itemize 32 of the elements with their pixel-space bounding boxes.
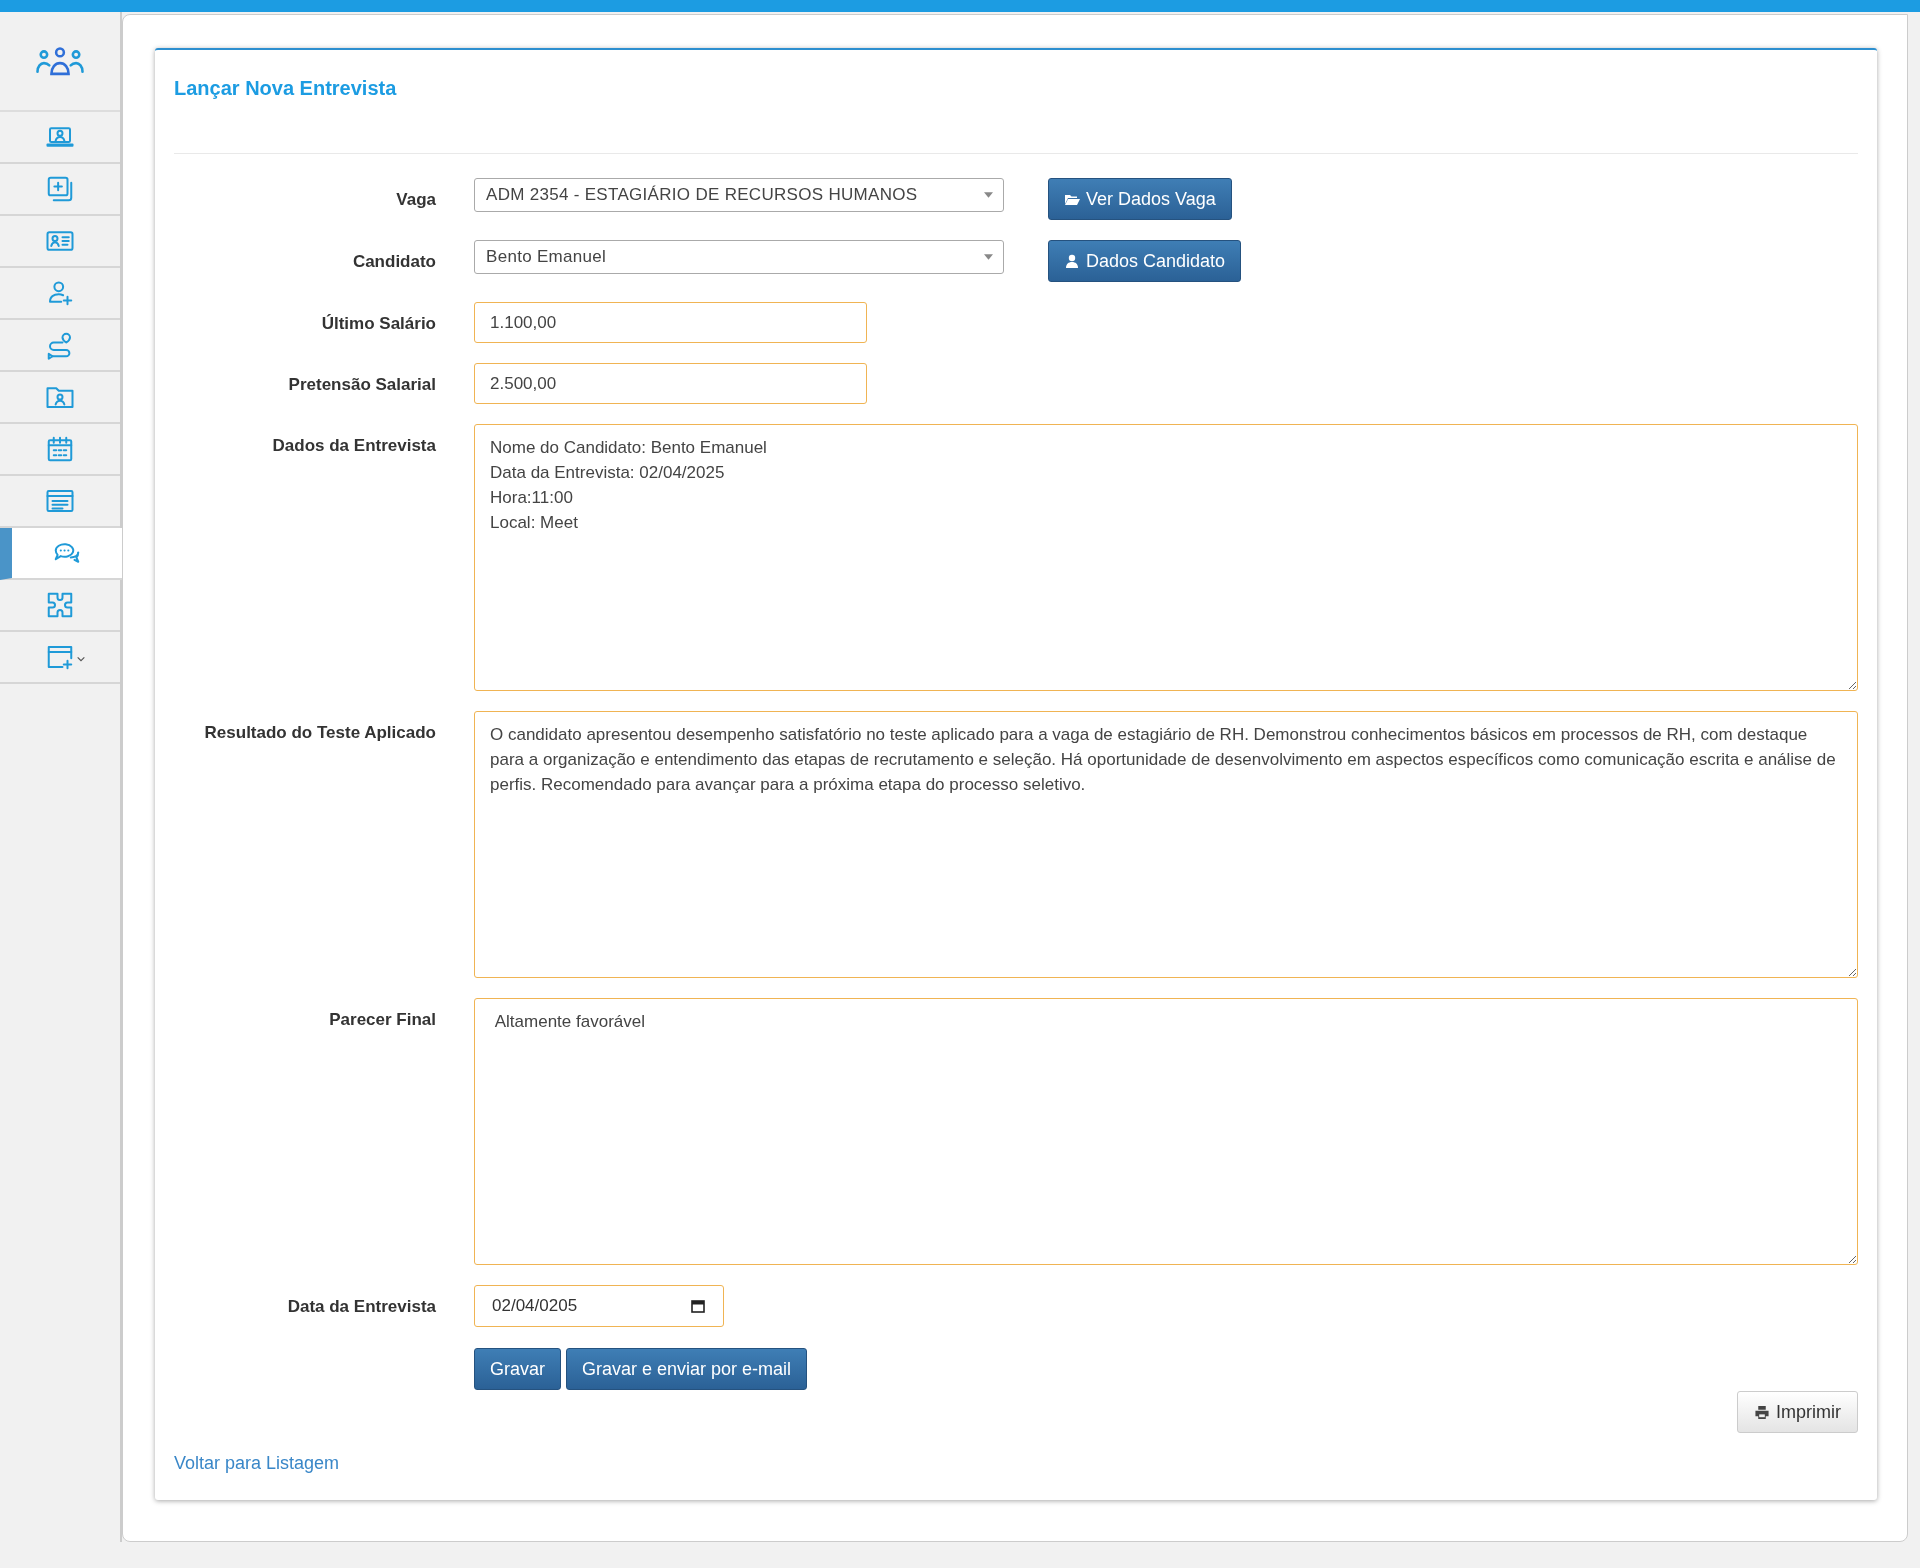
action-button[interactable]: Ver Dados Vaga	[1048, 178, 1232, 220]
dropdown-caret-icon	[984, 192, 993, 198]
field-label: Vaga	[395, 189, 436, 211]
field-label: Pretensão Salarial	[287, 374, 436, 396]
calendar-icon	[691, 1299, 705, 1313]
field-label: Data da Entrevista	[286, 1296, 436, 1318]
input-field[interactable]: 1.100,00	[474, 302, 867, 343]
field-label: Resultado do Teste Aplicado	[203, 722, 436, 744]
chevron-down-icon	[76, 654, 86, 664]
user-icon	[1064, 254, 1080, 268]
folder-icon	[1064, 192, 1080, 206]
form-title: Lançar Nova Entrevista	[174, 76, 398, 100]
date-field[interactable]: 02/04/0205	[474, 1285, 724, 1327]
text-area[interactable]: Nome do Candidato: Bento Emanuel Data da Entrevista: 02/04/2025 Hora:11:00 Local: Meet	[474, 424, 1858, 691]
dropdown[interactable]: Bento Emanuel	[474, 240, 1004, 274]
input-field[interactable]: 2.500,00	[474, 363, 867, 404]
sidebar-item[interactable]	[0, 528, 122, 580]
field-label: Último Salário	[320, 313, 436, 335]
save-and-email-button[interactable]: Gravar e enviar por e-mail	[566, 1348, 808, 1390]
text-area[interactable]: O candidato apresentou desempenho satisfatório no teste aplicado para a vaga de estagiário de RH. Demonstrou conhecimentos básicos em processos de RH, com destaque para a organização e entendimento das etapas de recrutamento e seleção. Há oportunidade de desenvolvimento em aspectos específicos como comunicação escrita e análise de perfis. Recomendado para avançar para a próxima etapa do processo seletivo.	[474, 711, 1858, 978]
field-label: Parecer Final	[328, 1009, 436, 1031]
text-area[interactable]: Altamente favorável	[474, 998, 1858, 1265]
field-label: Dados da Entrevista	[271, 435, 436, 457]
save-button[interactable]: Gravar	[474, 1348, 561, 1390]
dropdown-caret-icon	[984, 254, 993, 260]
printer-icon	[1754, 1404, 1770, 1420]
people-group-icon	[34, 46, 86, 76]
action-button[interactable]: Dados Candidato	[1048, 240, 1242, 282]
field-label: Candidato	[351, 251, 436, 273]
back-link[interactable]: Voltar para Listagem	[174, 1453, 340, 1474]
print-button[interactable]: Imprimir	[1737, 1391, 1858, 1433]
dropdown[interactable]: ADM 2354 - ESTAGIÁRIO DE RECURSOS HUMANOS	[474, 178, 1004, 212]
